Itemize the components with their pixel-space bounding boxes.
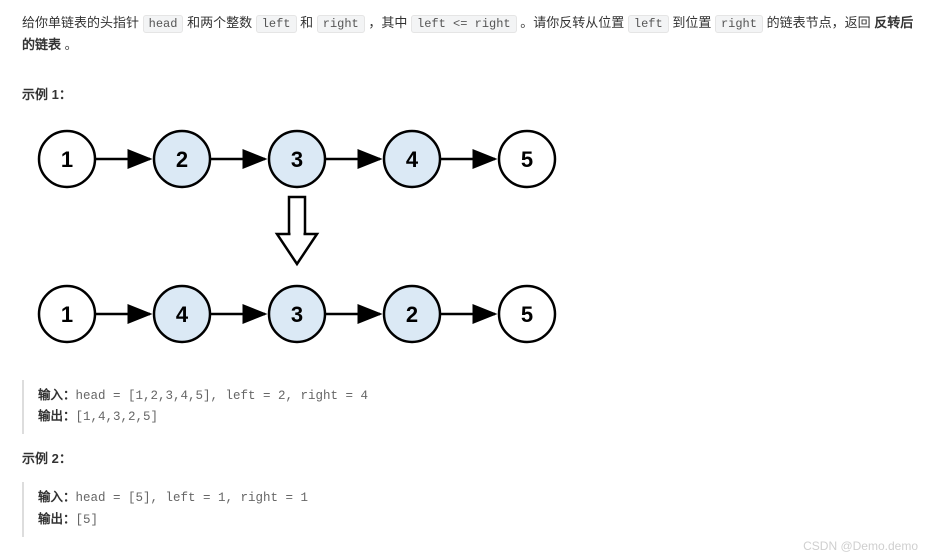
code-left2: left <box>628 15 669 33</box>
desc-text: 和 <box>300 15 317 30</box>
input-value: head = [1,2,3,4,5], left = 2, right = 4 <box>76 389 369 403</box>
example2-title: 示例 2： <box>22 448 914 470</box>
code-right: right <box>317 15 365 33</box>
example2-output-line: 输出：[5] <box>38 510 914 531</box>
input-label: 输入： <box>38 491 76 505</box>
example1-output-line: 输出：[1,4,3,2,5] <box>38 407 914 428</box>
node-label: 2 <box>176 147 188 172</box>
node-label: 2 <box>406 302 418 327</box>
code-cond: left <= right <box>411 15 517 33</box>
output-label: 输出： <box>38 410 76 424</box>
desc-text: 和两个整数 <box>187 15 256 30</box>
desc-text: ，其中 <box>368 15 411 30</box>
desc-text: 到位置 <box>672 15 715 30</box>
down-arrow-icon <box>277 197 317 264</box>
output-value: [1,4,3,2,5] <box>76 410 159 424</box>
node-label: 1 <box>61 147 73 172</box>
node-label: 5 <box>521 147 533 172</box>
desc-text: 给你单链表的头指针 <box>22 15 143 30</box>
code-right2: right <box>715 15 763 33</box>
diagram-svg: 1 2 3 4 5 1 4 3 2 5 <box>22 119 582 359</box>
example1-code: 输入：head = [1,2,3,4,5], left = 2, right =… <box>22 380 914 435</box>
top-row: 1 2 3 4 5 <box>39 131 555 187</box>
desc-text: 的链表节点，返回 <box>767 15 875 30</box>
watermark-text: CSDN @Demo.demo <box>803 536 918 556</box>
problem-description: 给你单链表的头指针 head 和两个整数 left 和 right ，其中 le… <box>22 12 914 56</box>
code-left: left <box>256 15 297 33</box>
example1-title: 示例 1： <box>22 84 914 106</box>
desc-text: 。 <box>65 37 78 52</box>
node-label: 3 <box>291 302 303 327</box>
example2-input-line: 输入：head = [5], left = 1, right = 1 <box>38 488 914 509</box>
node-label: 3 <box>291 147 303 172</box>
example1-input-line: 输入：head = [1,2,3,4,5], left = 2, right =… <box>38 386 914 407</box>
node-label: 4 <box>176 302 189 327</box>
input-value: head = [5], left = 1, right = 1 <box>76 491 309 505</box>
example2-code: 输入：head = [5], left = 1, right = 1 输出：[5… <box>22 482 914 537</box>
output-label: 输出： <box>38 513 76 527</box>
code-head: head <box>143 15 184 33</box>
input-label: 输入： <box>38 389 76 403</box>
linked-list-diagram: 1 2 3 4 5 1 4 3 2 5 <box>22 119 914 366</box>
node-label: 5 <box>521 302 533 327</box>
output-value: [5] <box>76 513 99 527</box>
desc-text: 。请你反转从位置 <box>520 15 628 30</box>
node-label: 1 <box>61 302 73 327</box>
node-label: 4 <box>406 147 419 172</box>
bottom-row: 1 4 3 2 5 <box>39 286 555 342</box>
